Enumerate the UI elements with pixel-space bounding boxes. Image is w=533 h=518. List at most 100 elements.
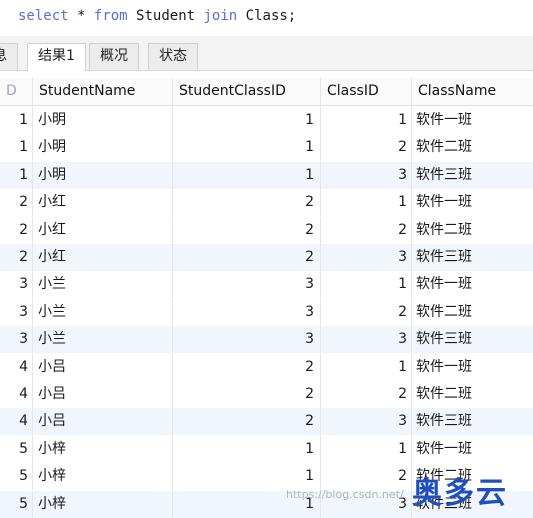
cell-student-name[interactable]: 小梓 xyxy=(33,435,173,463)
cell-student-class-id[interactable]: 2 xyxy=(173,408,321,436)
cell-class-name[interactable]: 软件一班 xyxy=(412,107,533,134)
cell-id[interactable]: 1 xyxy=(0,107,33,134)
table-row[interactable]: 1 小明 1 2 软件二班 xyxy=(0,134,533,162)
cell-id[interactable]: 5 xyxy=(0,490,33,518)
cell-student-name[interactable]: 小明 xyxy=(33,161,173,189)
cell-id[interactable]: 4 xyxy=(0,408,33,436)
cell-class-name[interactable]: 软件一班 xyxy=(412,271,533,298)
cell-student-class-id[interactable]: 1 xyxy=(173,134,321,162)
cell-student-class-id[interactable]: 1 xyxy=(173,107,321,134)
tab-result-1[interactable]: 结果1 xyxy=(27,43,86,71)
cell-class-name[interactable]: 软件二班 xyxy=(412,217,533,244)
cell-class-id[interactable]: 1 xyxy=(321,107,412,134)
cell-id[interactable]: 4 xyxy=(0,353,33,381)
cell-class-id[interactable]: 2 xyxy=(321,381,412,408)
cell-id[interactable]: 5 xyxy=(0,463,33,491)
sql-editor-line[interactable]: select * from Student join Class; xyxy=(0,0,533,36)
cell-student-name[interactable]: 小明 xyxy=(33,107,173,134)
cell-id[interactable]: 3 xyxy=(0,298,33,326)
table-row[interactable]: 4 小吕 2 1 软件一班 xyxy=(0,353,533,381)
table-row[interactable]: 4 小吕 2 2 软件二班 xyxy=(0,381,533,408)
cell-class-name[interactable]: 软件三班 xyxy=(412,244,533,271)
cell-class-id[interactable]: 3 xyxy=(321,326,412,354)
table-row[interactable]: 3 小兰 3 2 软件二班 xyxy=(0,298,533,326)
cell-class-id[interactable]: 2 xyxy=(321,216,412,244)
cell-id[interactable]: 2 xyxy=(0,244,33,271)
sql-table-class: Class; xyxy=(245,8,297,24)
cell-class-name[interactable]: 软件二班 xyxy=(412,134,533,161)
cell-id[interactable]: 1 xyxy=(0,134,33,162)
cell-class-id[interactable]: 1 xyxy=(321,189,412,217)
sql-keyword-select: select xyxy=(18,8,69,24)
tab-status[interactable]: 状态 xyxy=(148,43,198,70)
result-tab-bar: 息 结果1 概况 状态 xyxy=(0,36,533,71)
cell-student-class-id[interactable]: 3 xyxy=(173,271,321,299)
cell-student-name[interactable]: 小红 xyxy=(33,244,173,271)
cell-class-id[interactable]: 2 xyxy=(321,298,412,326)
cell-id[interactable]: 5 xyxy=(0,435,33,463)
cell-student-class-id[interactable]: 3 xyxy=(173,326,321,354)
cell-class-name[interactable]: 软件三班 xyxy=(412,162,533,189)
cell-student-class-id[interactable]: 2 xyxy=(173,216,321,244)
column-header-studentname[interactable]: StudentName xyxy=(33,78,173,105)
cell-class-id[interactable]: 3 xyxy=(321,161,412,189)
cell-student-class-id[interactable]: 2 xyxy=(173,353,321,381)
cell-student-name[interactable]: 小兰 xyxy=(33,298,173,326)
cell-student-name[interactable]: 小梓 xyxy=(33,463,173,491)
cell-student-name[interactable]: 小吕 xyxy=(33,381,173,408)
cell-class-name[interactable]: 软件一班 xyxy=(412,436,533,463)
cell-id[interactable]: 4 xyxy=(0,381,33,408)
cell-student-class-id[interactable]: 3 xyxy=(173,298,321,326)
table-row[interactable]: 3 小兰 3 1 软件一班 xyxy=(0,271,533,299)
cell-student-class-id[interactable]: 1 xyxy=(173,161,321,189)
cell-class-name[interactable]: 软件三班 xyxy=(412,408,533,435)
cell-student-name[interactable]: 小吕 xyxy=(33,408,173,436)
cell-student-name[interactable]: 小兰 xyxy=(33,326,173,354)
cell-student-class-id[interactable]: 1 xyxy=(173,463,321,491)
column-header-studentclassid[interactable]: StudentClassID xyxy=(173,78,321,105)
cell-class-id[interactable]: 1 xyxy=(321,271,412,299)
column-header-id[interactable]: D xyxy=(0,78,33,105)
cell-student-name[interactable]: 小吕 xyxy=(33,353,173,381)
cell-id[interactable]: 1 xyxy=(0,161,33,189)
table-row[interactable]: 1 小明 1 3 软件三班 xyxy=(0,161,533,189)
table-row[interactable]: 1 小明 1 1 软件一班 xyxy=(0,107,533,134)
cell-class-id[interactable]: 3 xyxy=(321,408,412,436)
column-header-classname[interactable]: ClassName xyxy=(412,78,533,105)
cell-student-name[interactable]: 小明 xyxy=(33,134,173,162)
brand-logo: 奥多云 xyxy=(412,476,508,511)
cell-class-name[interactable]: 软件二班 xyxy=(412,381,533,408)
cell-class-id[interactable]: 1 xyxy=(321,435,412,463)
cell-class-id[interactable]: 2 xyxy=(321,134,412,162)
column-header-classid[interactable]: ClassID xyxy=(321,78,412,105)
cell-student-class-id[interactable]: 1 xyxy=(173,435,321,463)
cell-class-name[interactable]: 软件二班 xyxy=(412,299,533,326)
cell-class-name[interactable]: 软件三班 xyxy=(412,326,533,353)
watermark-text: https://blog.csdn.net/ xyxy=(286,488,404,501)
cell-class-id[interactable]: 2 xyxy=(321,463,412,491)
cell-student-name[interactable]: 小梓 xyxy=(33,490,173,518)
cell-student-name[interactable]: 小红 xyxy=(33,189,173,217)
table-row[interactable]: 2 小红 2 1 软件一班 xyxy=(0,189,533,217)
cell-student-name[interactable]: 小兰 xyxy=(33,271,173,299)
cell-id[interactable]: 3 xyxy=(0,326,33,354)
tab-profile[interactable]: 概况 xyxy=(89,43,139,70)
cell-class-name[interactable]: 软件一班 xyxy=(412,354,533,381)
cell-id[interactable]: 2 xyxy=(0,216,33,244)
table-row[interactable]: 4 小吕 2 3 软件三班 xyxy=(0,408,533,436)
table-row[interactable]: 2 小红 2 3 软件三班 xyxy=(0,244,533,271)
cell-student-name[interactable]: 小红 xyxy=(33,216,173,244)
tab-info[interactable]: 息 xyxy=(0,43,18,70)
cell-student-class-id[interactable]: 2 xyxy=(173,189,321,217)
table-row[interactable]: 3 小兰 3 3 软件三班 xyxy=(0,326,533,354)
result-grid[interactable]: D StudentName StudentClassID ClassID Cla… xyxy=(0,71,533,518)
table-row[interactable]: 5 小梓 1 1 软件一班 xyxy=(0,435,533,463)
cell-id[interactable]: 2 xyxy=(0,189,33,217)
cell-class-name[interactable]: 软件一班 xyxy=(412,189,533,216)
cell-class-id[interactable]: 3 xyxy=(321,244,412,271)
cell-student-class-id[interactable]: 2 xyxy=(173,244,321,271)
cell-id[interactable]: 3 xyxy=(0,271,33,299)
cell-student-class-id[interactable]: 2 xyxy=(173,381,321,408)
table-row[interactable]: 2 小红 2 2 软件二班 xyxy=(0,216,533,244)
cell-class-id[interactable]: 1 xyxy=(321,353,412,381)
